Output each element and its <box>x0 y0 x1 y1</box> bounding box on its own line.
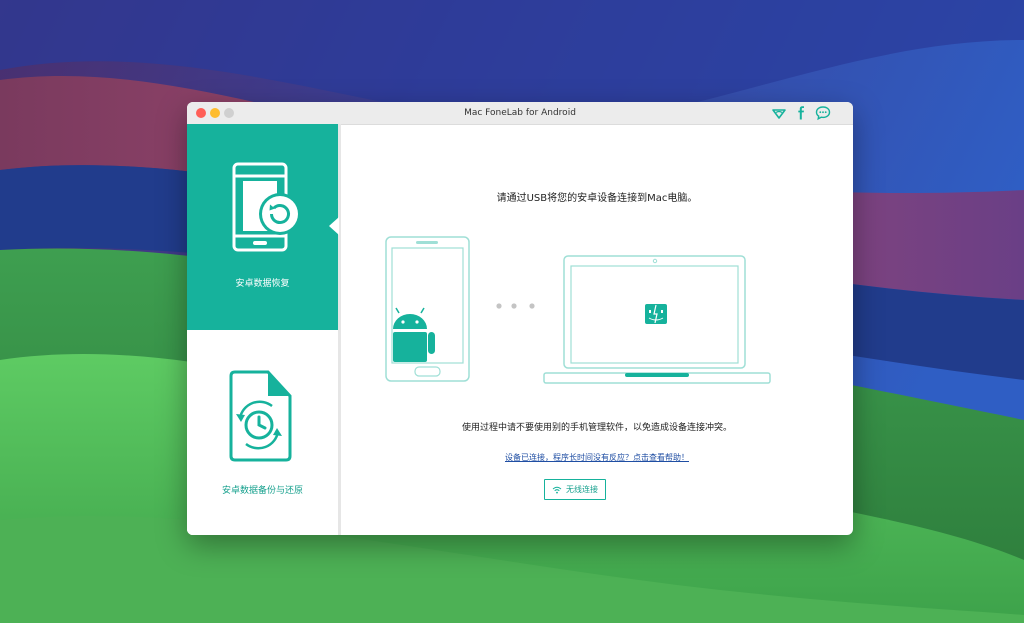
help-link[interactable]: 设备已连接，程序长时间没有反应？点击查看帮助！ <box>341 452 853 463</box>
wifi-icon <box>552 486 562 493</box>
active-indicator <box>329 217 339 235</box>
finder-icon <box>645 304 667 324</box>
conflict-warning: 使用过程中请不要使用别的手机管理软件，以免造成设备连接冲突。 <box>461 423 732 433</box>
wireless-connect-label: 无线连接 <box>566 485 598 494</box>
phone-restore-icon <box>232 162 301 252</box>
sidebar-item-label: 安卓数据恢复 <box>235 279 290 289</box>
main-panel: 请通过USB将您的安卓设备连接到Mac电脑。 使用过程中请不要使用别的手机管理软… <box>341 124 853 535</box>
sidebar-item-android-data-recovery[interactable]: 安卓数据恢复 <box>187 124 339 330</box>
sidebar: 安卓数据恢复 安卓数据备份与还原 <box>187 124 341 535</box>
facebook-icon[interactable] <box>793 105 809 121</box>
window-title: Mac FoneLab for Android <box>464 108 576 118</box>
sidebar-item-android-backup-restore[interactable]: 安卓数据备份与还原 <box>187 330 338 535</box>
chat-bubble-icon[interactable] <box>815 105 831 121</box>
wifi-diamond-icon[interactable] <box>771 105 787 121</box>
app-window: Mac FoneLab for Android 安卓数据恢复 安卓数据备份与还原… <box>187 102 853 535</box>
ellipsis-dots <box>496 303 535 309</box>
wireless-connect-button[interactable]: 无线连接 <box>544 479 606 500</box>
connection-illustration <box>385 236 771 384</box>
connect-instruction: 请通过USB将您的安卓设备连接到Mac电脑。 <box>496 193 698 204</box>
sidebar-item-label: 安卓数据备份与还原 <box>221 486 303 496</box>
title-bar: Mac FoneLab for Android <box>187 102 853 125</box>
document-backup-icon <box>229 370 292 462</box>
